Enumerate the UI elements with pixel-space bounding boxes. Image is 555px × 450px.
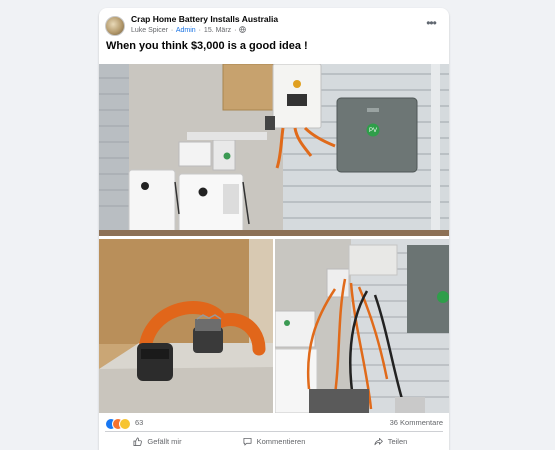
post-photo-1[interactable]: PV [99,64,449,236]
photo-1-image: PV [99,64,449,236]
meta-separator: · [198,27,201,34]
thumbs-up-icon [133,437,143,446]
more-options-icon[interactable]: ••• [423,17,439,33]
share-button[interactable]: Teilen [332,433,449,450]
share-label: Teilen [387,437,408,446]
pv-badge: PV [369,128,377,134]
admin-badge[interactable]: Admin [176,27,196,34]
comment-label: Kommentieren [256,437,306,446]
post-meta: Luke Spicer · Admin · 15. März · [131,26,247,34]
wow-reaction-icon [119,418,131,430]
post-text: When you think $3,000 is a good idea ! [106,40,308,52]
divider [105,431,443,432]
group-name[interactable]: Crap Home Battery Installs Australia [131,14,278,24]
like-button[interactable]: Gefällt mir [99,433,216,450]
globe-icon [239,26,247,33]
comment-button[interactable]: Kommentieren [216,433,332,450]
post-photo-3[interactable] [275,239,449,413]
share-arrow-icon [374,437,383,446]
post-photo-2[interactable] [99,239,273,413]
group-avatar[interactable] [105,16,125,36]
post-card: Crap Home Battery Installs Australia Luk… [99,8,449,450]
post-actions: Gefällt mir Kommentieren Teilen [99,433,449,450]
meta-separator: · [170,27,174,34]
meta-separator: · [234,27,237,34]
photo-2-image [99,239,273,413]
comment-count[interactable]: 36 Kommentare [390,418,443,427]
author-name[interactable]: Luke Spicer [131,27,168,34]
photo-3-image [275,239,449,413]
like-label: Gefällt mir [147,437,182,446]
comment-bubble-icon [243,437,252,446]
reaction-count[interactable]: 63 [135,418,143,427]
post-date[interactable]: 15. März [204,27,231,34]
